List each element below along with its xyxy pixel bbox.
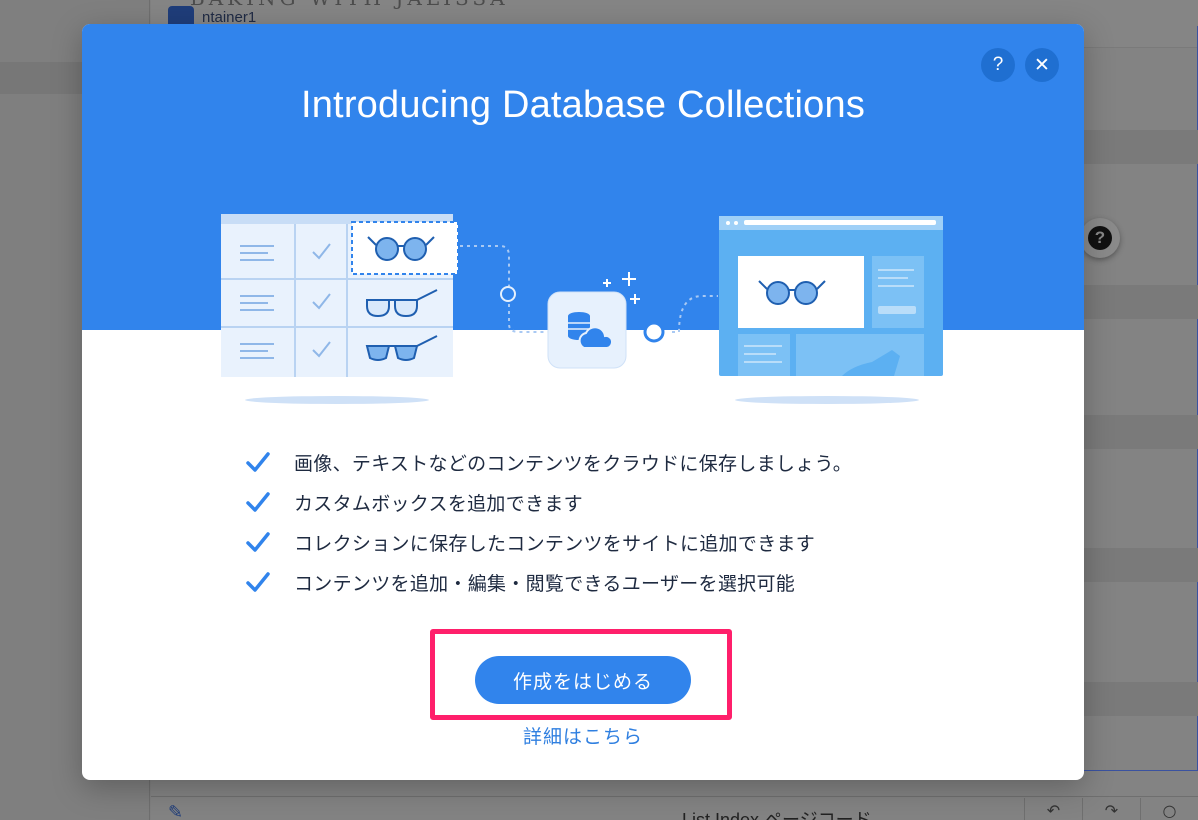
undo-icon[interactable]: ↶	[1024, 798, 1082, 820]
website-preview-graphic	[719, 216, 943, 376]
collections-illustration	[221, 214, 943, 404]
check-icon	[244, 448, 272, 476]
table-shadow	[245, 396, 429, 404]
help-icon: ?	[1088, 226, 1112, 250]
feature-item: 画像、テキストなどのコンテンツをクラウドに保存しましょう。	[244, 442, 852, 482]
feature-text: 画像、テキストなどのコンテンツをクラウドに保存しましょう。	[294, 452, 852, 475]
feature-item: カスタムボックスを追加できます	[244, 482, 852, 522]
collection-table-graphic	[221, 214, 459, 377]
get-started-button[interactable]: 作成をはじめる	[475, 656, 691, 704]
canvas-band	[1084, 285, 1198, 319]
search-icon[interactable]: ○	[1140, 798, 1198, 820]
container-label: ntainer1	[202, 8, 257, 26]
check-icon	[244, 528, 272, 556]
database-cloud-icon	[547, 291, 627, 369]
pencil-icon[interactable]: ✎	[168, 802, 183, 820]
feature-text: カスタムボックスを追加できます	[294, 492, 583, 515]
canvas-band	[1084, 682, 1198, 716]
editor-help-button[interactable]: ?	[1080, 218, 1120, 258]
learn-more-link[interactable]: 詳細はこちら	[82, 722, 1084, 749]
feature-text: コンテンツを追加・編集・閲覧できるユーザーを選択可能	[294, 572, 796, 595]
feature-text: コレクションに保存したコンテンツをサイトに追加できます	[294, 532, 816, 555]
code-panel-actions: ↶ ↷ ○	[1024, 798, 1198, 820]
connector-node	[500, 286, 516, 302]
canvas-band	[1084, 415, 1198, 449]
redo-icon[interactable]: ↷	[1082, 798, 1140, 820]
connector-node	[643, 321, 665, 343]
database-collections-modal: Introducing Database Collections ? ✕ 画像、…	[82, 24, 1084, 780]
feature-item: コンテンツを追加・編集・閲覧できるユーザーを選択可能	[244, 562, 852, 602]
check-icon	[244, 568, 272, 596]
check-icon	[244, 488, 272, 516]
canvas-band	[1084, 130, 1198, 164]
site-shadow	[735, 396, 919, 404]
canvas-band	[1084, 548, 1198, 582]
feature-item: コレクションに保存したコンテンツをサイトに追加できます	[244, 522, 852, 562]
code-panel-title: List Index ページコード	[682, 810, 872, 820]
feature-list: 画像、テキストなどのコンテンツをクラウドに保存しましょう。 カスタムボックスを追…	[244, 442, 852, 602]
